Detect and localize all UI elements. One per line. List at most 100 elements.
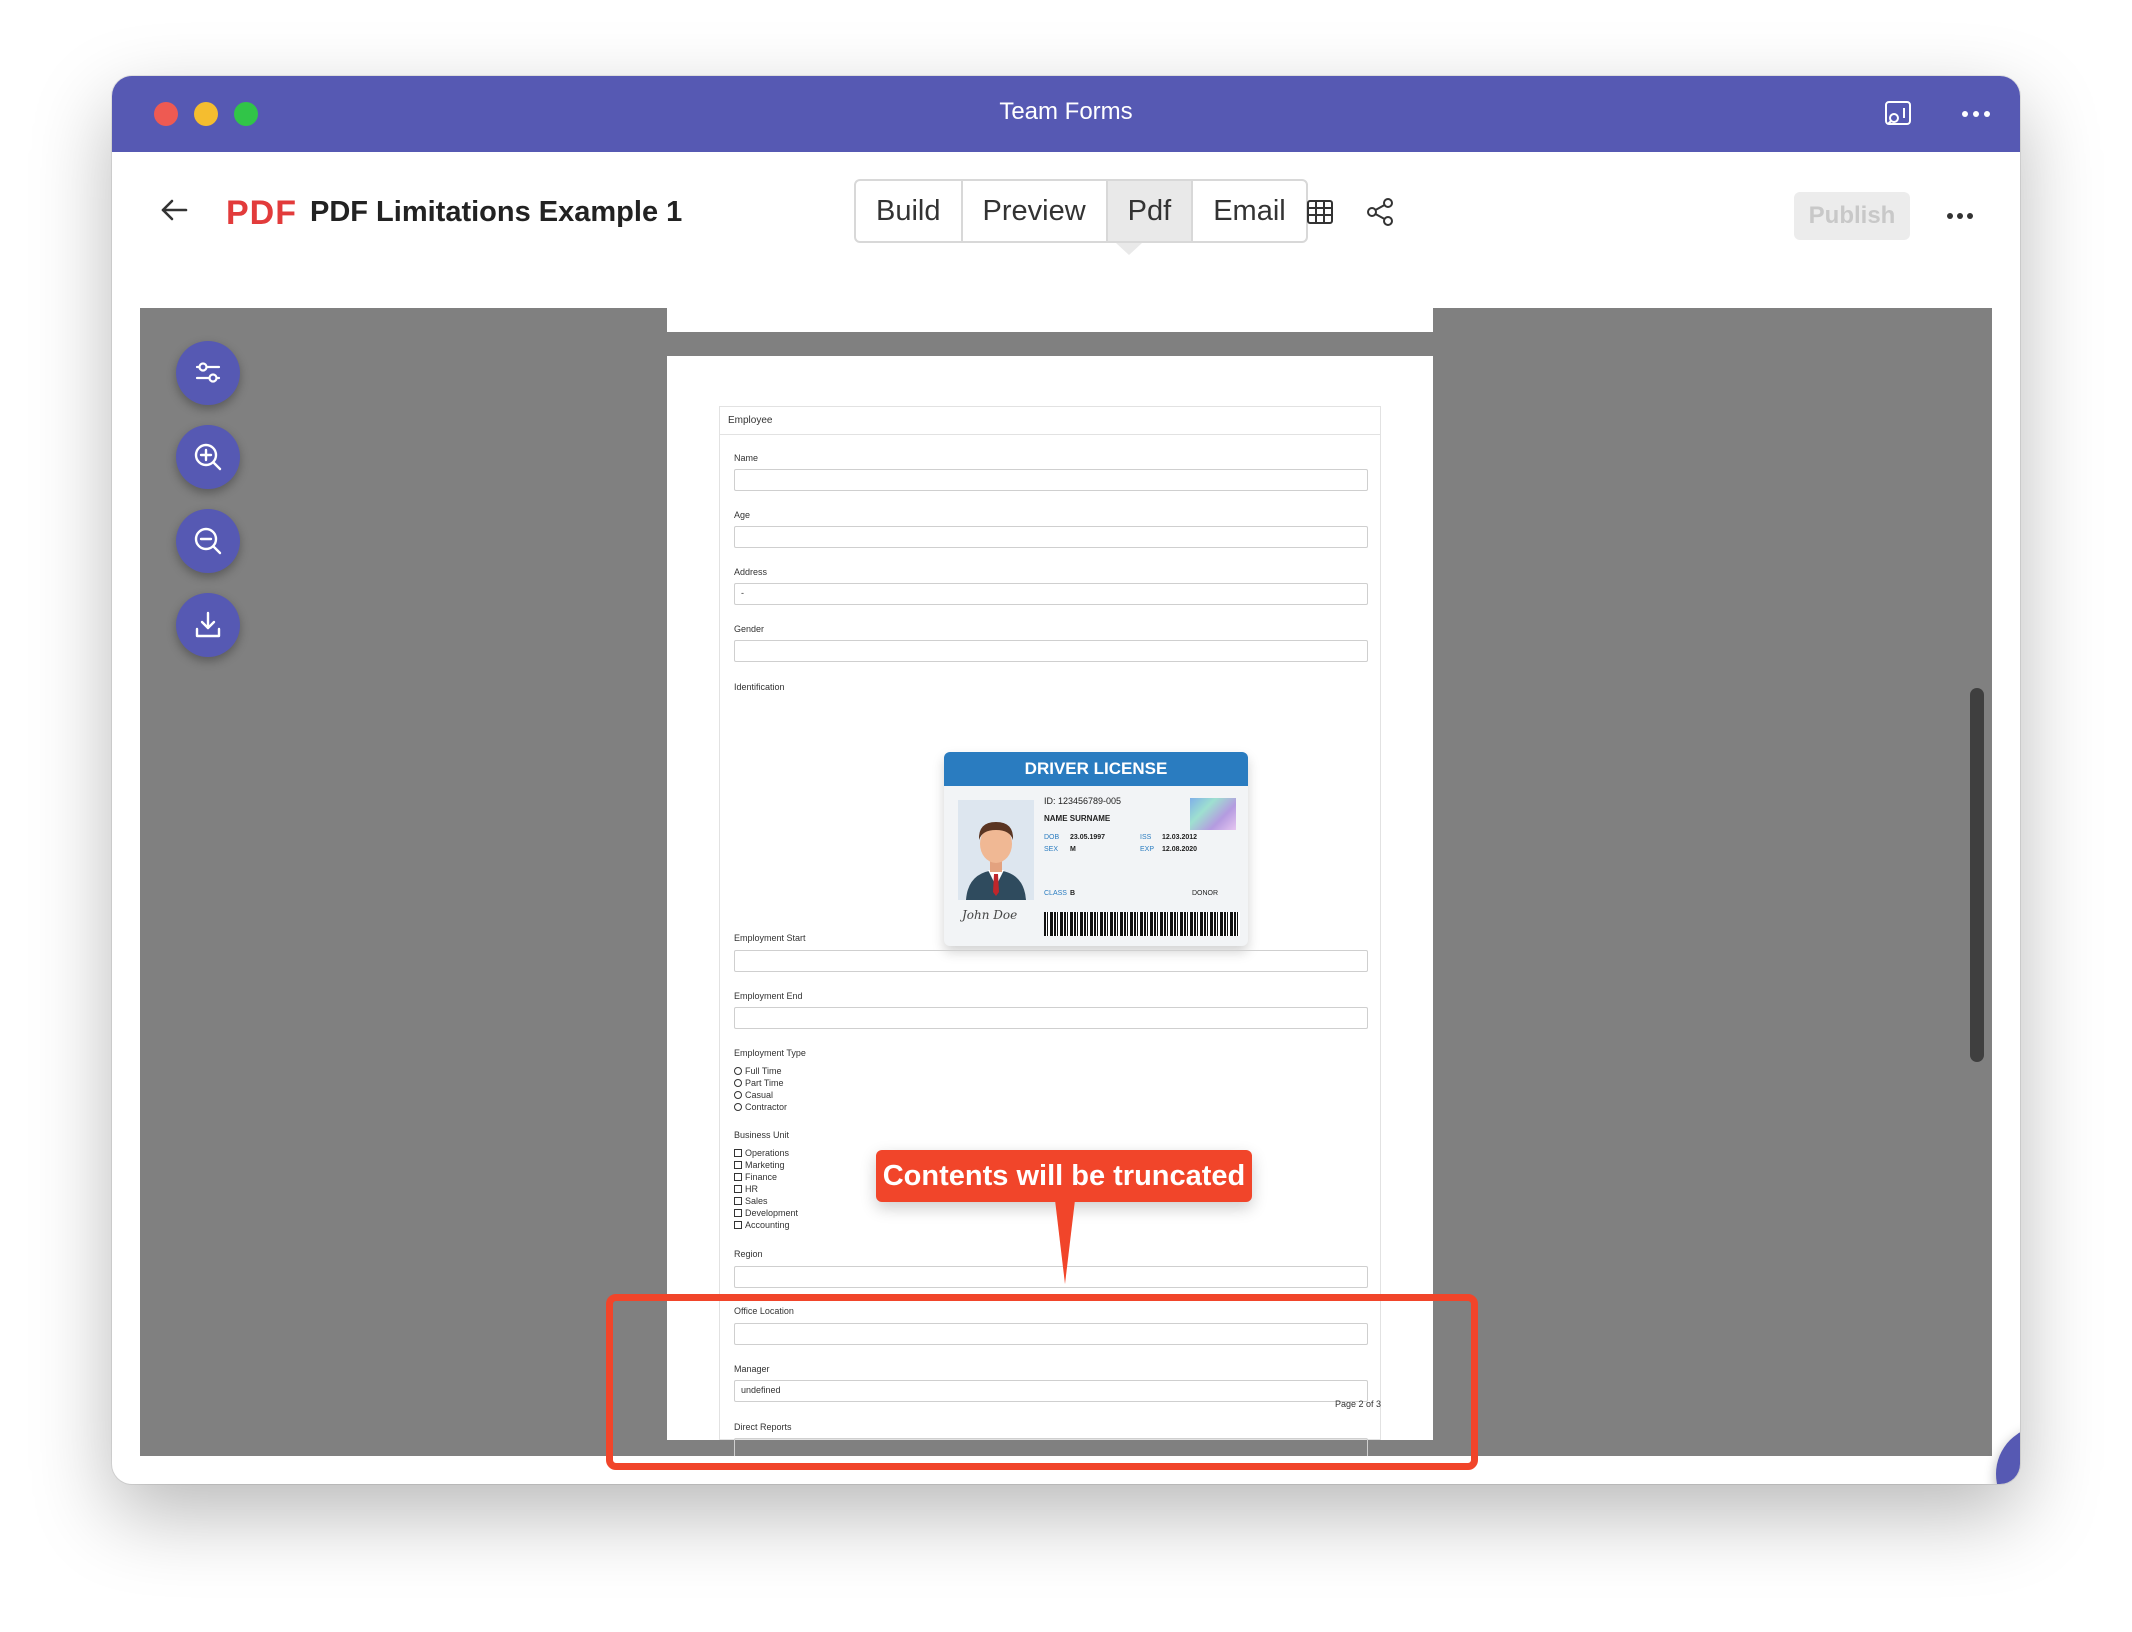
name-label: Name [734, 453, 759, 463]
tab-preview[interactable]: Preview [963, 181, 1108, 241]
checkbox-icon [734, 1221, 742, 1229]
sex-value: M [1070, 846, 1076, 853]
option-label: Part Time [745, 1078, 784, 1088]
employment-end-label: Employment End [734, 991, 803, 1001]
license-name: NAME SURNAME [1044, 814, 1111, 823]
dob-value: 23.05.1997 [1070, 834, 1106, 841]
document-title: PDF Limitations Example 1 [310, 196, 683, 228]
iss-value: 12.03.2012 [1162, 834, 1198, 841]
checkbox-option: Marketing [734, 1160, 785, 1170]
chat-launcher-button[interactable] [1996, 1426, 2020, 1484]
active-tab-caret [1116, 243, 1142, 255]
tab-email[interactable]: Email [1193, 181, 1306, 241]
radio-option: Contractor [734, 1102, 787, 1112]
license-title: DRIVER LICENSE [944, 752, 1248, 786]
callout-pointer [1055, 1200, 1075, 1284]
view-tabs: Build Preview Pdf Email [854, 179, 1308, 243]
option-label: Marketing [745, 1160, 785, 1170]
age-label: Age [734, 510, 751, 520]
radio-option: Full Time [734, 1066, 782, 1076]
class-label: CLASS [1044, 890, 1067, 897]
option-label: Finance [745, 1172, 778, 1182]
checkbox-option: HR [734, 1184, 758, 1194]
back-arrow-icon[interactable] [154, 190, 194, 230]
option-label: Full Time [745, 1066, 782, 1076]
radio-option: Part Time [734, 1078, 784, 1088]
checkbox-icon [734, 1149, 742, 1157]
barcode [1044, 912, 1240, 936]
settings-sliders-icon [195, 362, 221, 383]
employment-start-field [734, 950, 1368, 972]
checkbox-icon [734, 1197, 742, 1205]
option-label: Accounting [745, 1220, 790, 1230]
identification-label: Identification [734, 682, 785, 692]
exp-value: 12.08.2020 [1162, 846, 1198, 853]
option-label: Sales [745, 1196, 768, 1206]
truncation-highlight-box [606, 1294, 1478, 1470]
radio-option: Casual [734, 1090, 773, 1100]
radio-icon [734, 1091, 742, 1099]
publish-button[interactable]: Publish [1794, 192, 1910, 240]
previous-page-edge [667, 308, 1433, 332]
name-field [734, 469, 1368, 491]
exp-label: EXP [1140, 846, 1155, 853]
region-label: Region [734, 1249, 763, 1259]
zoom-out-icon [194, 527, 222, 555]
address-field: - [734, 583, 1368, 605]
viewer-scrollbar[interactable] [1970, 688, 1984, 1062]
region-field [734, 1266, 1368, 1288]
pdf-settings-button[interactable] [176, 341, 240, 405]
checkbox-icon [734, 1209, 742, 1217]
form-toolbar: PDF PDF Limitations Example 1 Build Prev… [112, 152, 2020, 276]
toolbar-more-icon[interactable] [1940, 196, 1980, 236]
download-button[interactable] [176, 593, 240, 657]
checkbox-option: Development [734, 1208, 798, 1218]
license-id: ID: 123456789-005 [1044, 796, 1122, 806]
option-label: Casual [745, 1090, 774, 1100]
cast-search-icon[interactable] [1880, 96, 1916, 132]
download-icon [195, 611, 221, 638]
age-field [734, 526, 1368, 548]
address-label: Address [734, 567, 768, 577]
pdf-logo: PDF [226, 194, 297, 232]
donor-label: DONOR [1192, 890, 1219, 897]
gender-field [734, 640, 1368, 662]
class-value: B [1070, 890, 1076, 897]
radio-icon [734, 1079, 742, 1087]
checkbox-option: Finance [734, 1172, 777, 1182]
zoom-out-button[interactable] [176, 509, 240, 573]
checkbox-option: Sales [734, 1196, 768, 1206]
employment-end-field [734, 1007, 1368, 1029]
checkbox-option: Operations [734, 1148, 789, 1158]
gender-label: Gender [734, 624, 765, 634]
driver-license-image: DRIVER LICENSE ID: 123456789-005 NAME SU… [944, 752, 1248, 946]
employee-form: Employee Name Age Address - Gender Ident… [719, 406, 1381, 1456]
window-more-icon[interactable] [1958, 96, 1994, 132]
title-bar: Team Forms [112, 76, 2020, 152]
form-section-title: Employee [720, 407, 1380, 435]
window-title: Team Forms [999, 98, 1133, 125]
screenshot-stage: Team Forms PDF PDF Limitations Example 1… [0, 0, 2132, 1632]
business-unit-label: Business Unit [734, 1130, 790, 1140]
dob-label: DOB [1044, 834, 1060, 841]
iss-label: ISS [1140, 834, 1152, 841]
tab-pdf[interactable]: Pdf [1107, 181, 1194, 241]
zoom-in-button[interactable] [176, 425, 240, 489]
zoom-in-icon [194, 443, 222, 471]
checkbox-icon [734, 1173, 742, 1181]
employment-start-label: Employment Start [734, 933, 806, 943]
hologram [1190, 798, 1236, 830]
table-icon[interactable] [1302, 194, 1338, 230]
sex-label: SEX [1044, 846, 1059, 853]
checkbox-option: Accounting [734, 1220, 790, 1230]
truncation-callout: Contents will be truncated [876, 1150, 1252, 1202]
tab-build[interactable]: Build [856, 181, 963, 241]
checkbox-icon [734, 1185, 742, 1193]
radio-icon [734, 1067, 742, 1075]
option-label: Operations [745, 1148, 790, 1158]
share-icon[interactable] [1362, 194, 1398, 230]
option-label: Contractor [745, 1102, 788, 1112]
employment-type-label: Employment Type [734, 1048, 806, 1058]
option-label: HR [745, 1184, 758, 1194]
option-label: Development [745, 1208, 799, 1218]
